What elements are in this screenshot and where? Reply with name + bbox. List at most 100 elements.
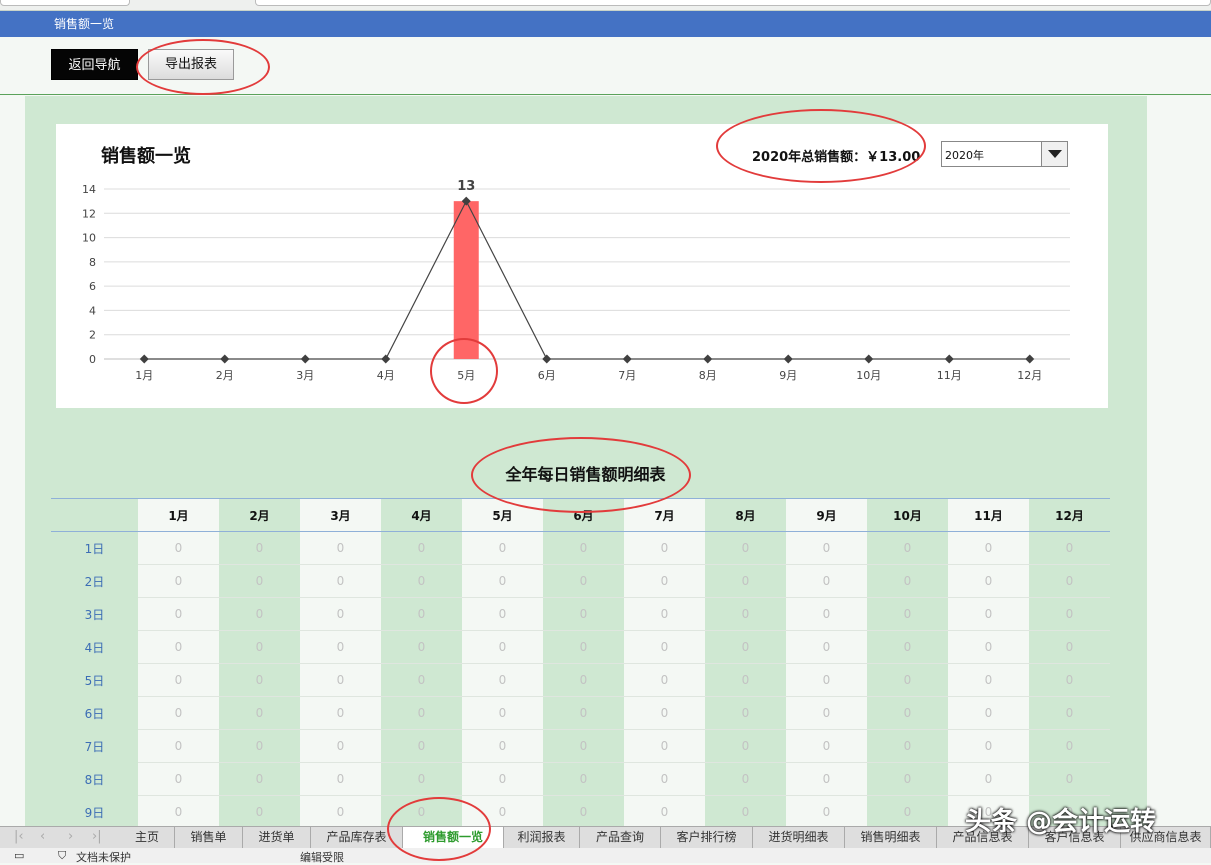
year-select-toggle[interactable]	[1041, 142, 1067, 166]
table-cell[interactable]: 0	[705, 762, 786, 796]
table-cell[interactable]: 0	[705, 795, 786, 829]
table-cell[interactable]: 0	[867, 597, 948, 631]
sheet-tab[interactable]: 产品查询	[580, 827, 661, 848]
table-cell[interactable]: 0	[543, 696, 624, 730]
table-cell[interactable]: 0	[867, 564, 948, 598]
table-cell[interactable]: 0	[867, 795, 948, 829]
table-cell[interactable]: 0	[705, 663, 786, 697]
table-cell[interactable]: 0	[867, 630, 948, 664]
table-cell[interactable]: 0	[138, 663, 219, 697]
table-cell[interactable]: 0	[543, 795, 624, 829]
table-cell[interactable]: 0	[624, 795, 705, 829]
table-cell[interactable]: 0	[1029, 630, 1110, 664]
table-cell[interactable]: 0	[381, 597, 462, 631]
table-cell[interactable]: 0	[867, 729, 948, 763]
table-cell[interactable]: 0	[138, 630, 219, 664]
table-cell[interactable]: 0	[381, 564, 462, 598]
table-cell[interactable]: 0	[786, 597, 867, 631]
table-cell[interactable]: 0	[219, 630, 300, 664]
table-cell[interactable]: 0	[543, 729, 624, 763]
table-cell[interactable]: 0	[381, 663, 462, 697]
table-cell[interactable]: 0	[462, 663, 543, 697]
last-sheet-icon[interactable]: ›|	[92, 829, 102, 844]
back-to-nav-button[interactable]: 返回导航	[51, 49, 138, 80]
sheet-tab[interactable]: 利润报表	[504, 827, 580, 848]
sheet-tab[interactable]: 进货单	[243, 827, 311, 848]
table-cell[interactable]: 0	[381, 630, 462, 664]
table-cell[interactable]: 0	[624, 696, 705, 730]
table-cell[interactable]: 0	[543, 762, 624, 796]
table-cell[interactable]: 0	[543, 663, 624, 697]
table-cell[interactable]: 0	[705, 564, 786, 598]
year-select[interactable]: 2020年	[941, 141, 1068, 167]
table-cell[interactable]: 0	[462, 762, 543, 796]
table-cell[interactable]: 0	[948, 564, 1029, 598]
sheet-tab[interactable]: 销售明细表	[845, 827, 937, 848]
table-cell[interactable]: 0	[1029, 696, 1110, 730]
table-cell[interactable]: 0	[381, 729, 462, 763]
table-cell[interactable]: 0	[948, 630, 1029, 664]
table-cell[interactable]: 0	[786, 729, 867, 763]
table-cell[interactable]: 0	[462, 630, 543, 664]
table-cell[interactable]: 0	[462, 597, 543, 631]
table-cell[interactable]: 0	[948, 762, 1029, 796]
table-cell[interactable]: 0	[624, 531, 705, 565]
table-cell[interactable]: 0	[138, 597, 219, 631]
table-cell[interactable]: 0	[786, 696, 867, 730]
table-cell[interactable]: 0	[138, 564, 219, 598]
table-cell[interactable]: 0	[543, 630, 624, 664]
table-cell[interactable]: 0	[1029, 663, 1110, 697]
table-cell[interactable]: 0	[462, 531, 543, 565]
table-cell[interactable]: 0	[786, 663, 867, 697]
table-cell[interactable]: 0	[543, 564, 624, 598]
table-cell[interactable]: 0	[381, 762, 462, 796]
table-cell[interactable]: 0	[219, 762, 300, 796]
table-cell[interactable]: 0	[543, 597, 624, 631]
table-cell[interactable]: 0	[219, 696, 300, 730]
first-sheet-icon[interactable]: |‹	[14, 829, 24, 844]
table-cell[interactable]: 0	[300, 762, 381, 796]
table-cell[interactable]: 0	[705, 729, 786, 763]
table-cell[interactable]: 0	[867, 663, 948, 697]
table-cell[interactable]: 0	[219, 663, 300, 697]
table-cell[interactable]: 0	[219, 531, 300, 565]
table-cell[interactable]: 0	[543, 531, 624, 565]
table-cell[interactable]: 0	[462, 564, 543, 598]
table-cell[interactable]: 0	[462, 729, 543, 763]
sheet-tab[interactable]: 进货明细表	[753, 827, 845, 848]
table-cell[interactable]: 0	[138, 696, 219, 730]
table-cell[interactable]: 0	[138, 729, 219, 763]
table-cell[interactable]: 0	[867, 531, 948, 565]
sheet-tab[interactable]: 销售单	[175, 827, 243, 848]
sheet-tab[interactable]: 主页	[120, 827, 175, 848]
table-cell[interactable]: 0	[624, 663, 705, 697]
table-cell[interactable]: 0	[624, 564, 705, 598]
table-cell[interactable]: 0	[219, 729, 300, 763]
table-cell[interactable]: 0	[786, 564, 867, 598]
table-cell[interactable]: 0	[300, 696, 381, 730]
table-cell[interactable]: 0	[624, 597, 705, 631]
table-cell[interactable]: 0	[300, 795, 381, 829]
table-cell[interactable]: 0	[1029, 597, 1110, 631]
table-cell[interactable]: 0	[1029, 531, 1110, 565]
browser-tab[interactable]	[255, 0, 1211, 6]
table-cell[interactable]: 0	[948, 729, 1029, 763]
table-cell[interactable]: 0	[219, 597, 300, 631]
table-cell[interactable]: 0	[300, 564, 381, 598]
table-cell[interactable]: 0	[300, 729, 381, 763]
prev-sheet-icon[interactable]: ‹	[40, 829, 45, 844]
table-cell[interactable]: 0	[786, 531, 867, 565]
table-cell[interactable]: 0	[138, 531, 219, 565]
table-cell[interactable]: 0	[624, 762, 705, 796]
table-cell[interactable]: 0	[381, 696, 462, 730]
browser-tab[interactable]	[0, 0, 130, 6]
table-cell[interactable]: 0	[786, 630, 867, 664]
table-cell[interactable]: 0	[624, 729, 705, 763]
table-cell[interactable]: 0	[300, 531, 381, 565]
table-cell[interactable]: 0	[948, 696, 1029, 730]
table-cell[interactable]: 0	[219, 564, 300, 598]
table-cell[interactable]: 0	[624, 630, 705, 664]
table-cell[interactable]: 0	[786, 795, 867, 829]
table-cell[interactable]: 0	[300, 663, 381, 697]
table-cell[interactable]: 0	[138, 795, 219, 829]
